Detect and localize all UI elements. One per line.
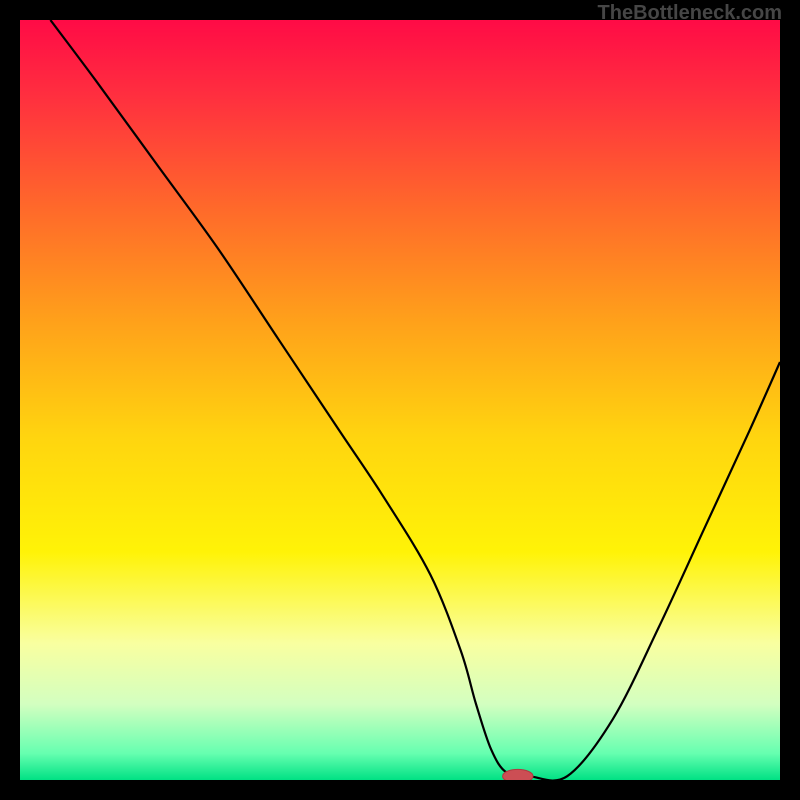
watermark-text: TheBottleneck.com xyxy=(598,2,782,25)
chart-frame: TheBottleneck.com xyxy=(0,0,800,800)
optimal-point-marker xyxy=(503,769,533,780)
plot-area xyxy=(20,20,780,780)
bottleneck-chart xyxy=(20,20,780,780)
